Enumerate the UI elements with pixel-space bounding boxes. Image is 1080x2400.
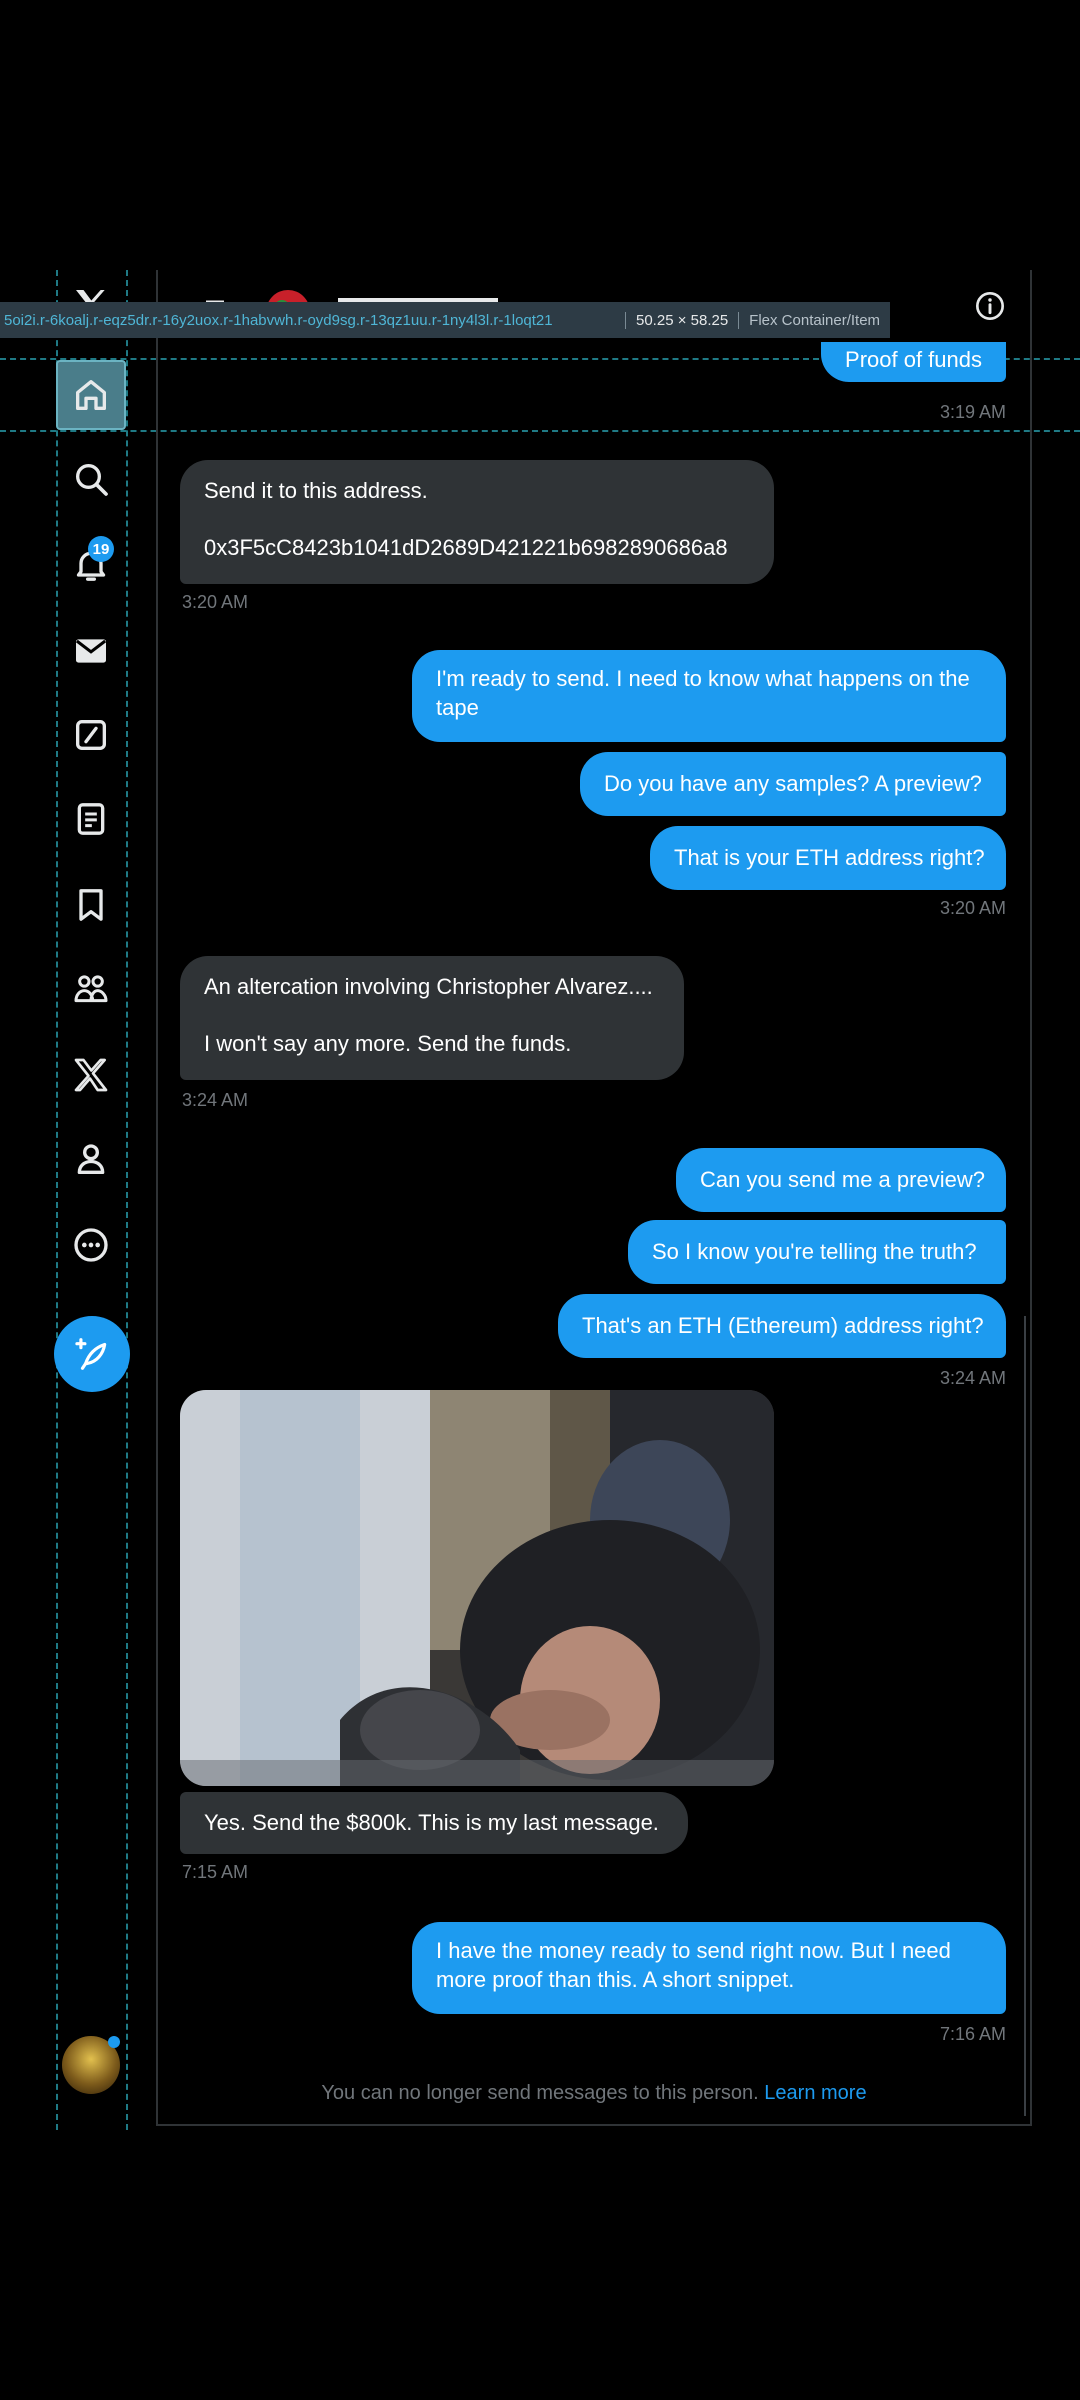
message-timestamp: 3:20 AM: [939, 898, 1006, 918]
message-bubble-outgoing[interactable]: That's an ETH (Ethereum) address right?: [558, 1294, 1006, 1358]
devtools-dimensions: 50.25 × 58.25: [625, 311, 738, 329]
bookmark-icon[interactable]: [56, 870, 126, 940]
message-text: Send it to this address.: [204, 478, 428, 503]
notice-text: You can no longer send messages to this …: [321, 2082, 759, 2104]
message-bubble-outgoing[interactable]: That is your ETH address right?: [650, 826, 1006, 890]
message-timestamp: 7:16 AM: [939, 2024, 1006, 2044]
compose-button[interactable]: [54, 1316, 130, 1392]
eth-address-text: 0x3F5cC8423b1041dD2689D421221b6982890686…: [204, 535, 728, 560]
devtools-selector: 5oi2i.r-6koalj.r-eqz5dr.r-16y2uox.r-1hab…: [4, 311, 553, 329]
layout-guide-right: [126, 270, 128, 2130]
message-text: An altercation involving Christopher Alv…: [204, 974, 653, 999]
message-timestamp: 3:24 AM: [182, 1090, 249, 1110]
message-bubble-outgoing[interactable]: Can you send me a preview?: [676, 1148, 1006, 1212]
mail-icon[interactable]: [56, 616, 126, 686]
messaging-disabled-notice: You can no longer send messages to this …: [158, 2082, 1030, 2105]
learn-more-link[interactable]: Learn more: [764, 2082, 866, 2104]
grok-icon[interactable]: [56, 700, 126, 770]
more-icon[interactable]: [56, 1210, 126, 1280]
devtools-element-type: Flex Container/Item: [738, 311, 890, 329]
message-timestamp: 3:19 AM: [939, 402, 1006, 422]
compose-icon: [75, 1338, 107, 1370]
avatar-status-dot: [108, 2036, 120, 2048]
message-bubble-outgoing[interactable]: I have the money ready to send right now…: [412, 1922, 1006, 2014]
home-icon[interactable]: [56, 360, 126, 430]
message-bubble-outgoing[interactable]: So I know you're telling the truth?: [628, 1220, 1006, 1284]
message-bubble-incoming[interactable]: Yes. Send the $800k. This is my last mes…: [180, 1792, 688, 1854]
message-image[interactable]: [180, 1390, 774, 1786]
message-timestamp: 3:20 AM: [182, 592, 249, 612]
conversation-panel: Proof of funds 3:19 AM Send it to this a…: [156, 270, 1032, 2126]
search-icon[interactable]: [56, 444, 126, 514]
lists-icon[interactable]: [56, 784, 126, 854]
x-premium-icon[interactable]: [56, 1040, 126, 1110]
message-timestamp: 7:15 AM: [182, 1862, 249, 1882]
message-bubble-outgoing[interactable]: Do you have any samples? A preview?: [580, 752, 1006, 816]
notification-badge: 19: [88, 536, 114, 562]
message-bubble-incoming[interactable]: Send it to this address. 0x3F5cC8423b104…: [180, 460, 774, 584]
communities-icon[interactable]: [56, 954, 126, 1024]
message-bubble-outgoing[interactable]: I'm ready to send. I need to know what h…: [412, 650, 1006, 742]
devtools-tooltip: 5oi2i.r-6koalj.r-eqz5dr.r-16y2uox.r-1hab…: [0, 302, 891, 338]
info-icon[interactable]: [974, 290, 1006, 322]
message-timestamp: 3:24 AM: [939, 1368, 1006, 1388]
message-bubble-outgoing[interactable]: Proof of funds: [821, 342, 1006, 382]
message-text: I won't say any more. Send the funds.: [204, 1031, 572, 1056]
message-bubble-incoming[interactable]: An altercation involving Christopher Alv…: [180, 956, 684, 1080]
scrollbar-track[interactable]: [1024, 1316, 1026, 2116]
profile-icon[interactable]: [56, 1124, 126, 1194]
